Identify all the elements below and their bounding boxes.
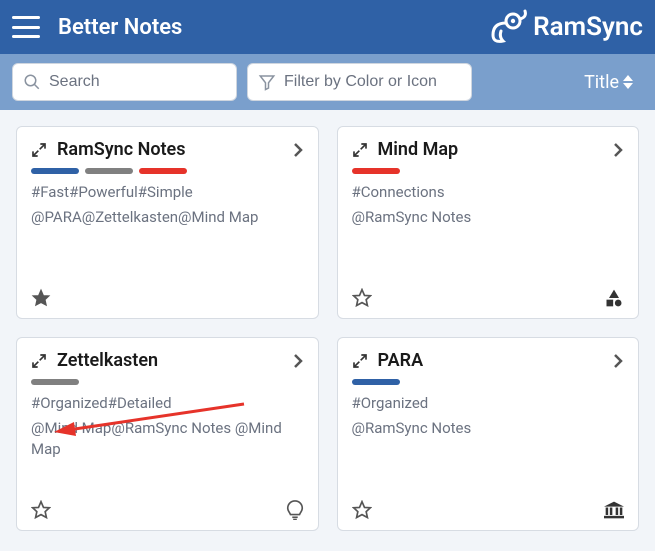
card-tags: #Fast#Powerful#Simple bbox=[31, 182, 304, 203]
chevron-right-icon[interactable] bbox=[612, 141, 624, 159]
note-card-zettelkasten[interactable]: Zettelkasten #Organized#Detailed @Mind M… bbox=[16, 337, 319, 531]
star-icon[interactable] bbox=[31, 500, 51, 520]
filter-field[interactable] bbox=[247, 63, 472, 101]
menu-icon[interactable] bbox=[12, 16, 40, 38]
card-title: Mind Map bbox=[378, 139, 603, 160]
ramsync-logo-icon bbox=[487, 9, 527, 45]
toolbar: Title bbox=[0, 54, 655, 110]
color-bar bbox=[139, 168, 187, 174]
star-icon-filled[interactable] bbox=[31, 288, 51, 308]
chevron-right-icon[interactable] bbox=[612, 352, 624, 370]
expand-icon[interactable] bbox=[352, 142, 368, 158]
bank-icon[interactable] bbox=[604, 501, 624, 519]
color-bars bbox=[352, 379, 625, 385]
lightbulb-icon[interactable] bbox=[286, 500, 304, 520]
card-tags: #Organized bbox=[352, 393, 625, 414]
color-bars bbox=[352, 168, 625, 174]
search-icon bbox=[23, 73, 41, 91]
sort-arrows-icon bbox=[623, 75, 633, 89]
search-input[interactable] bbox=[49, 73, 226, 91]
shapes-icon[interactable] bbox=[604, 288, 624, 308]
color-bar bbox=[352, 168, 400, 174]
filter-input[interactable] bbox=[284, 73, 461, 91]
page-title: Better Notes bbox=[58, 15, 487, 40]
card-title: RamSync Notes bbox=[57, 139, 282, 160]
color-bars bbox=[31, 168, 304, 174]
card-tags: #Connections bbox=[352, 182, 625, 203]
app-header: Better Notes RamSync bbox=[0, 0, 655, 54]
note-card-mind-map[interactable]: Mind Map #Connections @RamSync Notes bbox=[337, 126, 640, 319]
color-bar bbox=[85, 168, 133, 174]
sort-label: Title bbox=[584, 72, 619, 93]
card-mentions: @RamSync Notes bbox=[352, 418, 625, 439]
chevron-right-icon[interactable] bbox=[292, 352, 304, 370]
sort-button[interactable]: Title bbox=[574, 66, 643, 99]
card-title: PARA bbox=[378, 350, 603, 371]
card-mentions: @Mind Map@RamSync Notes @Mind Map bbox=[31, 418, 304, 460]
color-bar bbox=[31, 379, 79, 385]
color-bar bbox=[352, 379, 400, 385]
card-mentions: @PARA@Zettelkasten@Mind Map bbox=[31, 207, 304, 228]
expand-icon[interactable] bbox=[352, 353, 368, 369]
color-bar bbox=[31, 168, 79, 174]
chevron-right-icon[interactable] bbox=[292, 141, 304, 159]
cards-grid: RamSync Notes #Fast#Powerful#Simple @PAR… bbox=[0, 110, 655, 547]
card-title: Zettelkasten bbox=[57, 350, 282, 371]
brand-logo-text: RamSync bbox=[533, 12, 643, 42]
brand-logo: RamSync bbox=[487, 9, 643, 45]
star-icon[interactable] bbox=[352, 288, 372, 308]
card-mentions: @RamSync Notes bbox=[352, 207, 625, 228]
search-field[interactable] bbox=[12, 63, 237, 101]
star-icon[interactable] bbox=[352, 500, 372, 520]
color-bars bbox=[31, 379, 304, 385]
note-card-para[interactable]: PARA #Organized @RamSync Notes bbox=[337, 337, 640, 531]
card-tags: #Organized#Detailed bbox=[31, 393, 304, 414]
expand-icon[interactable] bbox=[31, 142, 47, 158]
note-card-ramsync-notes[interactable]: RamSync Notes #Fast#Powerful#Simple @PAR… bbox=[16, 126, 319, 319]
filter-icon bbox=[258, 73, 276, 91]
expand-icon[interactable] bbox=[31, 353, 47, 369]
